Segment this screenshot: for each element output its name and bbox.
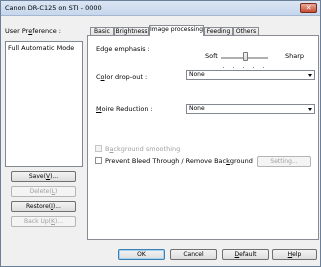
dialog-body: User Preference : Full Automatic Mode Sa… xyxy=(1,16,320,266)
sharp-label: Sharp xyxy=(285,52,305,60)
button-label-part: Back Up( xyxy=(23,218,51,225)
button-label-part: efault xyxy=(239,251,257,258)
edge-emphasis-slider-thumb[interactable] xyxy=(243,52,248,61)
ok-button[interactable]: OK xyxy=(118,249,165,260)
edge-emphasis-label: Edge emphasis : xyxy=(96,45,150,53)
button-label-part: )... xyxy=(50,173,59,180)
button-label-part: )... xyxy=(54,218,63,225)
button-label-part: Delete( xyxy=(29,188,52,195)
save-button[interactable]: Save(V)... xyxy=(11,171,76,182)
tab-image-processing[interactable]: Image processing xyxy=(149,25,204,36)
title-bar: Canon DR-C125 on STI - 0000 ✕ xyxy=(1,1,320,16)
setting-button[interactable]: Setting... xyxy=(257,156,311,167)
slider-tick xyxy=(233,67,234,68)
prevent-bleed-label: Prevent Bleed Through / Remove Backgroun… xyxy=(105,157,253,165)
moire-reduction-select[interactable]: None xyxy=(186,104,315,114)
close-button[interactable]: ✕ xyxy=(300,3,317,13)
scanner-settings-dialog: Canon DR-C125 on STI - 0000 ✕ User Prefe… xyxy=(0,0,321,267)
prevent-bleed-checkbox[interactable] xyxy=(95,157,102,164)
label-part: ference : xyxy=(32,27,61,35)
label-part: oire Reduction : xyxy=(101,105,153,113)
user-preference-list[interactable]: Full Automatic Mode xyxy=(5,41,83,167)
select-value: None xyxy=(189,105,205,112)
background-smoothing-label: Background smoothing xyxy=(105,145,180,153)
close-icon: ✕ xyxy=(305,4,312,12)
button-label-part: Restore( xyxy=(26,203,52,210)
slider-tick xyxy=(223,67,224,68)
button-label-part: )... xyxy=(52,203,61,210)
slider-tick xyxy=(263,67,264,68)
delete-button[interactable]: Delete(L) xyxy=(11,186,76,197)
button-label-part: elp xyxy=(292,251,302,258)
label-part: ckground smoothing xyxy=(113,145,181,153)
backup-button[interactable]: Back Up(K)... xyxy=(11,216,76,227)
label-part: lor drop-out : xyxy=(104,73,148,81)
window-title: Canon DR-C125 on STI - 0000 xyxy=(5,4,102,12)
list-item[interactable]: Full Automatic Mode xyxy=(8,44,74,52)
chevron-down-icon xyxy=(308,108,312,111)
color-dropout-select[interactable]: None xyxy=(186,70,315,80)
image-processing-panel xyxy=(87,35,319,240)
select-value: None xyxy=(189,71,205,78)
soft-label: Soft xyxy=(205,52,218,60)
label-part: User Pr xyxy=(5,27,29,35)
background-smoothing-checkbox[interactable] xyxy=(95,145,102,152)
color-dropout-label: Color drop-out : xyxy=(96,73,147,81)
cancel-button[interactable]: Cancel xyxy=(170,249,217,260)
help-button[interactable]: Help xyxy=(272,249,317,260)
restore-button[interactable]: Restore(I)... xyxy=(11,201,76,212)
button-label-part: Save( xyxy=(28,173,46,180)
user-preference-label: User Preference : xyxy=(5,27,61,35)
chevron-down-icon xyxy=(308,74,312,77)
label-part: ground xyxy=(229,157,253,165)
moire-reduction-label: Moire Reduction : xyxy=(96,105,153,113)
slider-tick xyxy=(253,67,254,68)
label-part: Prevent Bleed Through / Remove Bac xyxy=(105,157,227,165)
slider-tick xyxy=(243,67,244,68)
default-button[interactable]: Default xyxy=(222,249,269,260)
button-label-part: ) xyxy=(55,188,58,195)
